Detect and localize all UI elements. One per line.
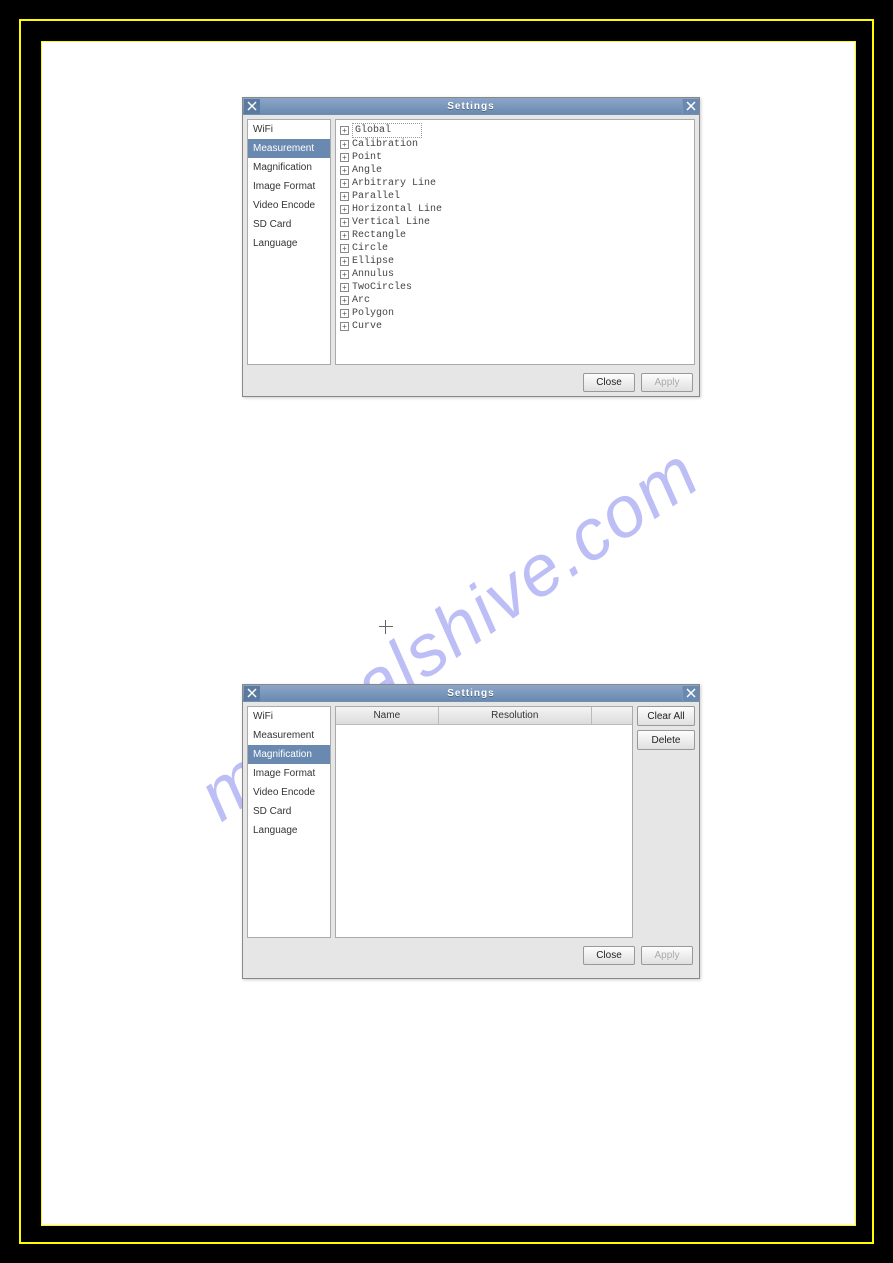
sidebar-item-language[interactable]: Language: [248, 234, 330, 253]
table-header-row: Name Resolution: [336, 707, 632, 725]
settings-category-list: WiFiMeasurementMagnificationImage Format…: [247, 119, 331, 365]
expand-icon[interactable]: +: [340, 244, 349, 253]
close-button[interactable]: Close: [583, 946, 635, 965]
dialog-body: WiFiMeasurementMagnificationImage Format…: [243, 115, 699, 369]
tree-item-label: Curve: [352, 320, 382, 333]
measurement-tree: +Global+Calibration+Point+Angle+Arbitrar…: [335, 119, 695, 365]
expand-icon[interactable]: +: [340, 231, 349, 240]
document-outer-frame: manualshive.com Settings WiFiMeasurement…: [19, 19, 874, 1244]
tree-item-global[interactable]: +Global: [340, 123, 690, 138]
document-page: manualshive.com Settings WiFiMeasurement…: [41, 41, 856, 1226]
column-header-blank: [592, 707, 632, 724]
column-header-resolution[interactable]: Resolution: [439, 707, 592, 724]
sidebar-item-language[interactable]: Language: [248, 821, 330, 840]
table-action-buttons: Clear All Delete: [637, 706, 695, 938]
tree-item-label: Circle: [352, 242, 388, 255]
expand-icon[interactable]: +: [340, 166, 349, 175]
settings-category-list: WiFiMeasurementMagnificationImage Format…: [247, 706, 331, 938]
sidebar-item-magnification[interactable]: Magnification: [248, 745, 330, 764]
tree-item-rectangle[interactable]: +Rectangle: [340, 229, 690, 242]
tree-item-curve[interactable]: +Curve: [340, 320, 690, 333]
tree-item-annulus[interactable]: +Annulus: [340, 268, 690, 281]
tree-item-horizontal-line[interactable]: +Horizontal Line: [340, 203, 690, 216]
tree-item-label: Horizontal Line: [352, 203, 442, 216]
close-icon[interactable]: [682, 686, 699, 701]
tree-item-label: Arbitrary Line: [352, 177, 436, 190]
tree-item-label: Point: [352, 151, 382, 164]
sidebar-item-video-encode[interactable]: Video Encode: [248, 783, 330, 802]
expand-icon[interactable]: +: [340, 153, 349, 162]
dialog-title: Settings: [260, 688, 682, 699]
sidebar-item-image-format[interactable]: Image Format: [248, 177, 330, 196]
tree-item-label: Annulus: [352, 268, 394, 281]
apply-button[interactable]: Apply: [641, 946, 693, 965]
settings-dialog-measurement: Settings WiFiMeasurementMagnificationIma…: [242, 97, 700, 397]
sidebar-item-wifi[interactable]: WiFi: [248, 120, 330, 139]
tree-item-label: Calibration: [352, 138, 418, 151]
close-icon[interactable]: [682, 99, 699, 114]
tree-item-label: Vertical Line: [352, 216, 430, 229]
expand-icon[interactable]: +: [340, 179, 349, 188]
sidebar-item-sd-card[interactable]: SD Card: [248, 802, 330, 821]
tree-item-label: Global: [352, 123, 422, 138]
tree-item-arbitrary-line[interactable]: +Arbitrary Line: [340, 177, 690, 190]
tree-item-angle[interactable]: +Angle: [340, 164, 690, 177]
crosshair-icon: [379, 620, 393, 634]
close-button[interactable]: Close: [583, 373, 635, 392]
delete-button[interactable]: Delete: [637, 730, 695, 750]
sidebar-item-sd-card[interactable]: SD Card: [248, 215, 330, 234]
tree-item-twocircles[interactable]: +TwoCircles: [340, 281, 690, 294]
clear-all-button[interactable]: Clear All: [637, 706, 695, 726]
expand-icon[interactable]: +: [340, 140, 349, 149]
sidebar-item-magnification[interactable]: Magnification: [248, 158, 330, 177]
titlebar: Settings: [243, 98, 699, 115]
dialog-title: Settings: [260, 101, 682, 112]
system-menu-icon[interactable]: [244, 99, 260, 114]
sidebar-item-measurement[interactable]: Measurement: [248, 139, 330, 158]
expand-icon[interactable]: +: [340, 270, 349, 279]
tree-item-polygon[interactable]: +Polygon: [340, 307, 690, 320]
tree-item-label: Arc: [352, 294, 370, 307]
tree-item-arc[interactable]: +Arc: [340, 294, 690, 307]
tree-item-point[interactable]: +Point: [340, 151, 690, 164]
expand-icon[interactable]: +: [340, 257, 349, 266]
expand-icon[interactable]: +: [340, 218, 349, 227]
tree-item-ellipse[interactable]: +Ellipse: [340, 255, 690, 268]
sidebar-item-measurement[interactable]: Measurement: [248, 726, 330, 745]
titlebar: Settings: [243, 685, 699, 702]
dialog-footer: Close Apply: [243, 369, 699, 398]
system-menu-icon[interactable]: [244, 686, 260, 701]
settings-dialog-magnification: Settings WiFiMeasurementMagnificationIma…: [242, 684, 700, 979]
sidebar-item-video-encode[interactable]: Video Encode: [248, 196, 330, 215]
tree-item-vertical-line[interactable]: +Vertical Line: [340, 216, 690, 229]
tree-item-label: Ellipse: [352, 255, 394, 268]
sidebar-item-image-format[interactable]: Image Format: [248, 764, 330, 783]
expand-icon[interactable]: +: [340, 205, 349, 214]
tree-item-label: Angle: [352, 164, 382, 177]
expand-icon[interactable]: +: [340, 283, 349, 292]
expand-icon[interactable]: +: [340, 126, 349, 135]
apply-button[interactable]: Apply: [641, 373, 693, 392]
column-header-name[interactable]: Name: [336, 707, 439, 724]
tree-item-circle[interactable]: +Circle: [340, 242, 690, 255]
tree-item-label: Parallel: [352, 190, 400, 203]
tree-item-parallel[interactable]: +Parallel: [340, 190, 690, 203]
magnification-table: Name Resolution: [335, 706, 633, 938]
dialog-footer: Close Apply: [243, 942, 699, 971]
tree-item-label: TwoCircles: [352, 281, 412, 294]
tree-item-label: Polygon: [352, 307, 394, 320]
expand-icon[interactable]: +: [340, 192, 349, 201]
expand-icon[interactable]: +: [340, 322, 349, 331]
tree-item-label: Rectangle: [352, 229, 406, 242]
dialog-body: WiFiMeasurementMagnificationImage Format…: [243, 702, 699, 942]
magnification-panel: Name Resolution Clear All Delete: [335, 706, 695, 938]
expand-icon[interactable]: +: [340, 309, 349, 318]
sidebar-item-wifi[interactable]: WiFi: [248, 707, 330, 726]
tree-item-calibration[interactable]: +Calibration: [340, 138, 690, 151]
expand-icon[interactable]: +: [340, 296, 349, 305]
